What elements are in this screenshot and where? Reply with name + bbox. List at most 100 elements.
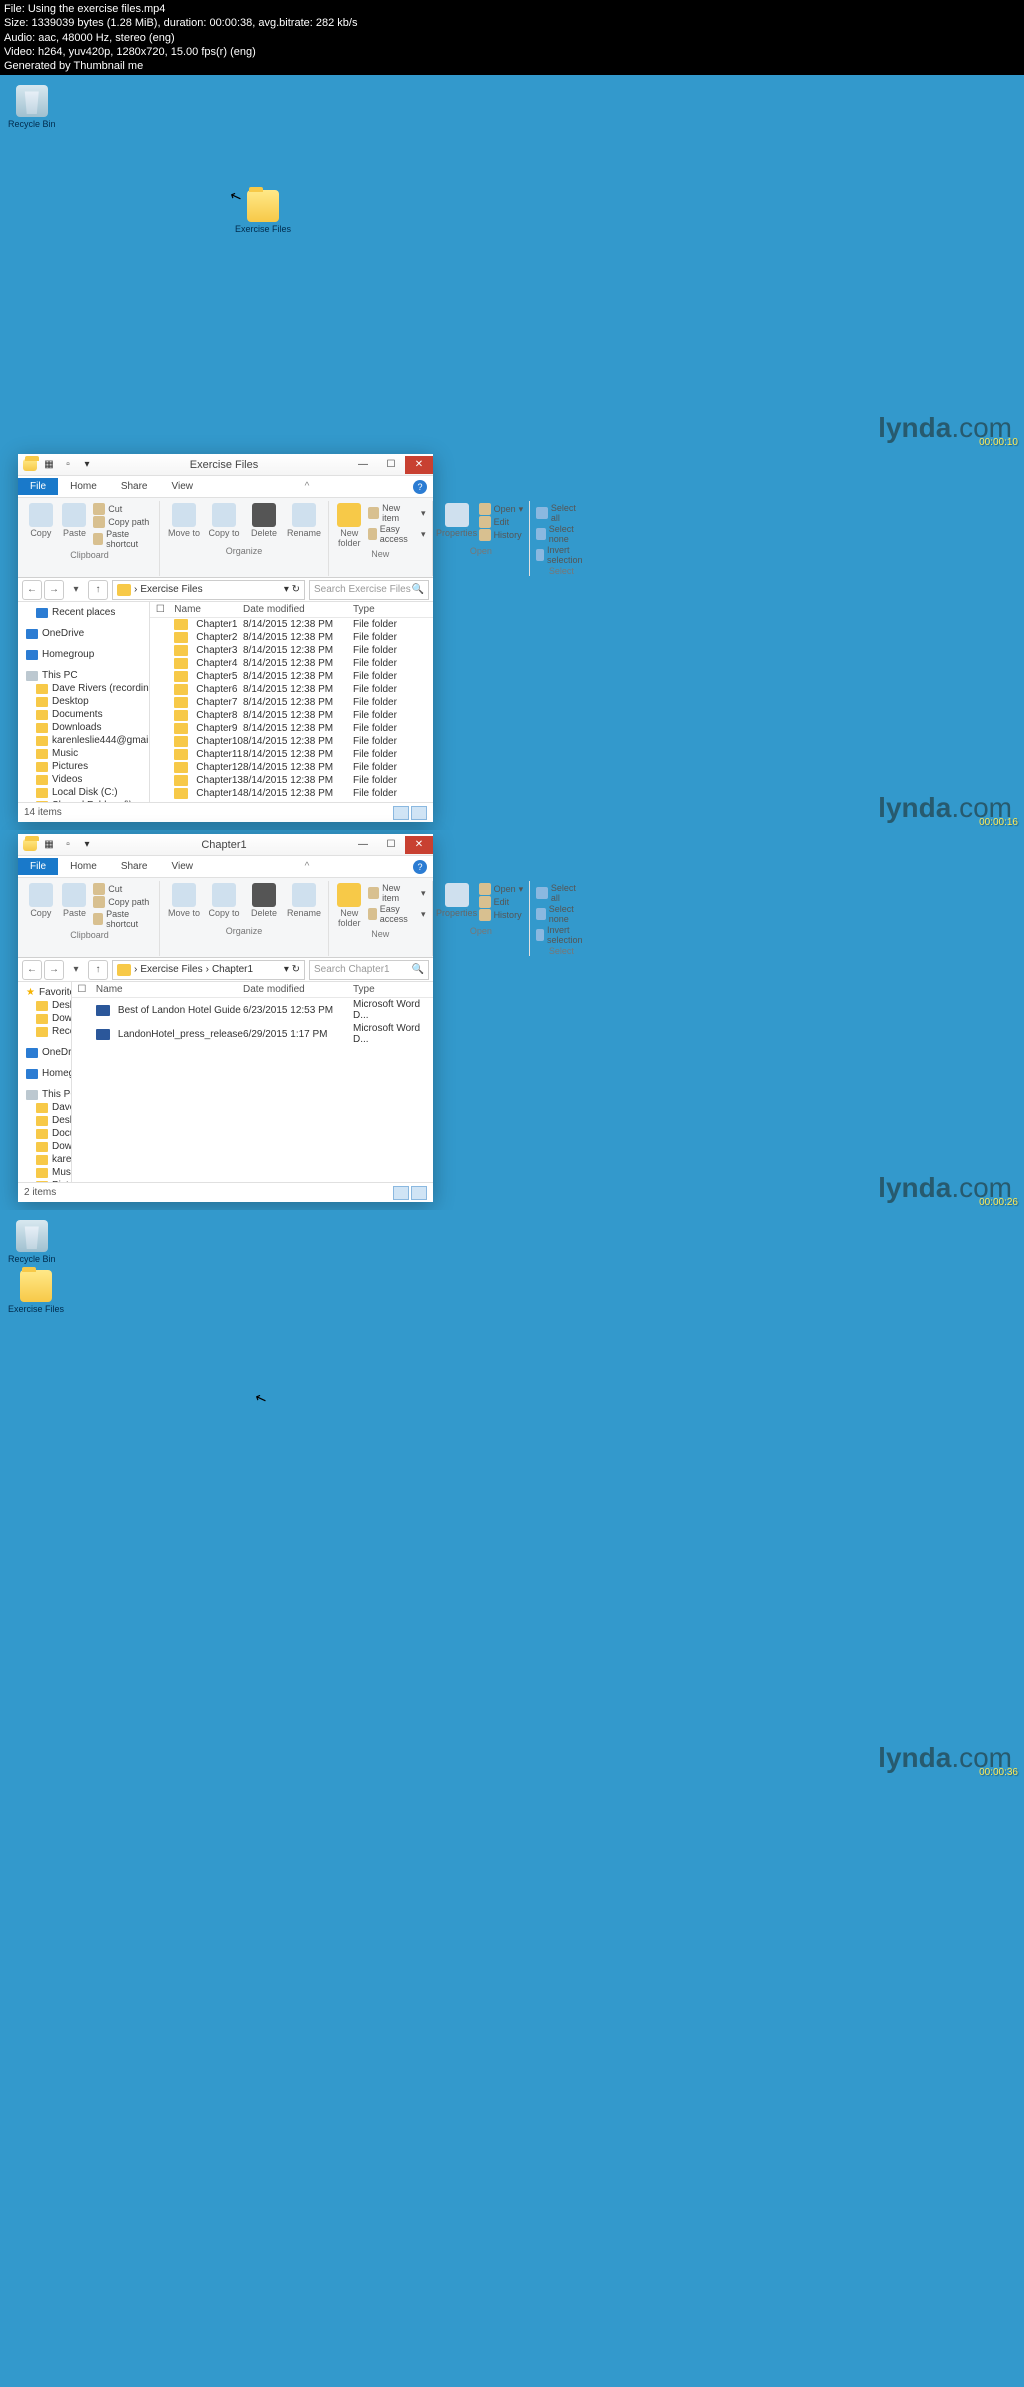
invert-selection-button[interactable]: Invert selection [536, 925, 587, 945]
nav-item[interactable]: Pictures [18, 1179, 71, 1182]
nav-item[interactable]: Local Disk (C:) [18, 786, 149, 799]
recent-locations-button[interactable]: ▾ [66, 580, 86, 600]
file-row[interactable]: Chapter68/14/2015 12:38 PMFile folder [150, 683, 433, 696]
nav-item[interactable]: Dave Rivers (recording-vm) [18, 682, 149, 695]
tab-home[interactable]: Home [58, 478, 109, 495]
file-row[interactable]: Chapter108/14/2015 12:38 PMFile folder [150, 735, 433, 748]
checkbox-column[interactable]: ☐ [150, 604, 170, 615]
exercise-files-folder[interactable]: Exercise Files [8, 1270, 64, 1314]
open-button[interactable]: Open ▾ [479, 883, 524, 895]
easy-access-button[interactable]: Easy access ▾ [368, 904, 426, 924]
paste-shortcut-button[interactable]: Paste shortcut [93, 529, 153, 549]
file-row[interactable]: Chapter18/14/2015 12:38 PMFile folder [150, 618, 433, 631]
nav-item[interactable]: Music [18, 1166, 71, 1179]
navigation-pane[interactable]: ★Favorites DesktopDownloadsRecent places… [18, 982, 72, 1182]
properties-button[interactable]: Properties [439, 503, 475, 538]
breadcrumb-item[interactable]: Exercise Files [140, 964, 202, 975]
file-row[interactable]: Best of Landon Hotel Guide6/23/2015 12:5… [72, 998, 433, 1022]
nav-homegroup[interactable]: Homegroup [18, 648, 149, 661]
nav-item[interactable]: Downloads [18, 721, 149, 734]
select-all-button[interactable]: Select all [536, 883, 587, 903]
file-row[interactable]: LandonHotel_press_release6/29/2015 1:17 … [72, 1022, 433, 1046]
file-row[interactable]: Chapter48/14/2015 12:38 PMFile folder [150, 657, 433, 670]
breadcrumb-item[interactable]: Exercise Files [140, 584, 202, 595]
select-none-button[interactable]: Select none [536, 524, 587, 544]
view-large-icon[interactable] [411, 806, 427, 820]
nav-item[interactable]: Videos [18, 773, 149, 786]
paste-button[interactable]: Paste [60, 503, 90, 538]
new-item-button[interactable]: New item ▾ [368, 503, 426, 523]
file-row[interactable]: Chapter118/14/2015 12:38 PMFile folder [150, 748, 433, 761]
breadcrumb-bar[interactable]: › Exercise Files › Chapter1 ▾ ↻ [112, 960, 305, 980]
history-button[interactable]: History [479, 529, 524, 541]
edit-button[interactable]: Edit [479, 516, 524, 528]
help-icon[interactable]: ? [413, 480, 427, 494]
paste-button[interactable]: Paste [60, 883, 90, 918]
column-headers[interactable]: ☐ Name Date modified Type [72, 982, 433, 998]
view-details-icon[interactable] [393, 1186, 409, 1200]
tab-share[interactable]: Share [109, 858, 160, 875]
checkbox-column[interactable]: ☐ [72, 984, 92, 995]
copy-to-button[interactable]: Copy to [206, 883, 242, 918]
qat-dropdown[interactable]: ▾ [79, 457, 95, 473]
file-row[interactable]: Chapter58/14/2015 12:38 PMFile folder [150, 670, 433, 683]
ribbon-collapse-icon[interactable]: ^ [305, 861, 314, 872]
nav-onedrive[interactable]: OneDrive [18, 627, 149, 640]
col-name[interactable]: Name [92, 984, 243, 995]
copy-path-button[interactable]: Copy path [93, 516, 153, 528]
titlebar[interactable]: ▦ ▫ ▾ Exercise Files — ☐ ✕ [18, 454, 433, 476]
help-icon[interactable]: ? [413, 860, 427, 874]
nav-onedrive[interactable]: OneDrive [18, 1046, 71, 1059]
breadcrumb-item[interactable]: Chapter1 [212, 964, 253, 975]
col-type[interactable]: Type [353, 984, 433, 995]
ribbon-collapse-icon[interactable]: ^ [305, 481, 314, 492]
qat-properties[interactable]: ▦ [41, 837, 57, 853]
recent-locations-button[interactable]: ▾ [66, 960, 86, 980]
back-button[interactable]: ← [22, 580, 42, 600]
forward-button[interactable]: → [44, 580, 64, 600]
explorer-window-chapter1[interactable]: ▦ ▫ ▾ Chapter1 — ☐ ✕ File Home Share Vie… [18, 834, 433, 1202]
search-input[interactable]: Search Chapter1 🔍 [309, 960, 429, 980]
tab-file[interactable]: File [18, 858, 58, 875]
nav-this-pc[interactable]: This PC [18, 669, 149, 682]
nav-item[interactable]: Documents [18, 708, 149, 721]
select-none-button[interactable]: Select none [536, 904, 587, 924]
qat-newfolder[interactable]: ▫ [60, 457, 76, 473]
nav-item[interactable]: Recent places [18, 1025, 71, 1038]
up-button[interactable]: ↑ [88, 960, 108, 980]
view-details-icon[interactable] [393, 806, 409, 820]
close-button[interactable]: ✕ [405, 836, 433, 854]
nav-favorites[interactable]: ★Favorites [18, 986, 71, 999]
navigation-pane[interactable]: Recent places OneDrive Homegroup This PC… [18, 602, 150, 802]
new-item-button[interactable]: New item ▾ [368, 883, 426, 903]
col-date[interactable]: Date modified [243, 984, 353, 995]
tab-share[interactable]: Share [109, 478, 160, 495]
edit-button[interactable]: Edit [479, 896, 524, 908]
col-date[interactable]: Date modified [243, 604, 353, 615]
move-to-button[interactable]: Move to [166, 503, 202, 538]
col-name[interactable]: Name [170, 604, 243, 615]
file-row[interactable]: Chapter38/14/2015 12:38 PMFile folder [150, 644, 433, 657]
properties-button[interactable]: Properties [439, 883, 475, 918]
copy-button[interactable]: Copy [26, 883, 56, 918]
up-button[interactable]: ↑ [88, 580, 108, 600]
history-button[interactable]: History [479, 909, 524, 921]
minimize-button[interactable]: — [349, 456, 377, 474]
delete-button[interactable]: Delete [246, 883, 282, 918]
delete-button[interactable]: Delete [246, 503, 282, 538]
nav-this-pc[interactable]: This PC [18, 1088, 71, 1101]
maximize-button[interactable]: ☐ [377, 836, 405, 854]
search-input[interactable]: Search Exercise Files 🔍 [309, 580, 429, 600]
file-row[interactable]: Chapter128/14/2015 12:38 PMFile folder [150, 761, 433, 774]
nav-item[interactable]: Documents [18, 1127, 71, 1140]
tab-view[interactable]: View [160, 858, 206, 875]
file-row[interactable]: Chapter28/14/2015 12:38 PMFile folder [150, 631, 433, 644]
cut-button[interactable]: Cut [93, 503, 153, 515]
breadcrumb-bar[interactable]: › Exercise Files ▾ ↻ [112, 580, 305, 600]
file-row[interactable]: Chapter78/14/2015 12:38 PMFile folder [150, 696, 433, 709]
minimize-button[interactable]: — [349, 836, 377, 854]
file-row[interactable]: Chapter88/14/2015 12:38 PMFile folder [150, 709, 433, 722]
view-large-icon[interactable] [411, 1186, 427, 1200]
nav-item[interactable]: Downloads [18, 1140, 71, 1153]
qat-newfolder[interactable]: ▫ [60, 837, 76, 853]
